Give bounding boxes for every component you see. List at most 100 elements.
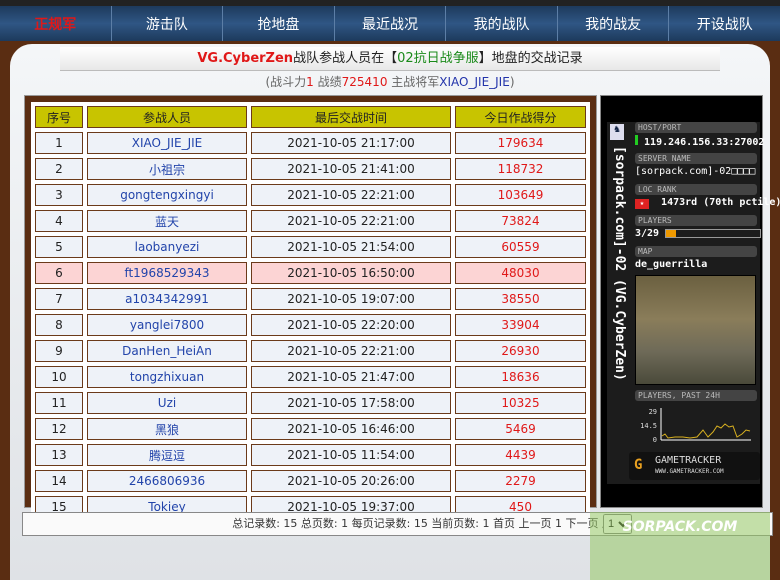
table-row: 3 gongtengxingyi 2021-10-05 22:21:00 103649 bbox=[35, 184, 586, 206]
flag-hk-icon: ★ bbox=[635, 199, 649, 209]
row-index: 9 bbox=[35, 340, 83, 362]
col-member: 参战人员 bbox=[87, 106, 247, 128]
score: 725410 bbox=[341, 75, 388, 89]
member-link[interactable]: DanHen_HeiAn bbox=[87, 340, 247, 362]
nav-grab-territory[interactable]: 抢地盘 bbox=[223, 6, 335, 41]
players-value: 3/29 bbox=[635, 228, 660, 239]
server-vertical-title: [sorpack.com]-02 (VG.CyberZen) bbox=[612, 146, 627, 381]
brand-url: WWW.GAMETRACKER.COM bbox=[655, 468, 724, 475]
today-score: 73824 bbox=[455, 210, 586, 232]
s1: (战斗力 bbox=[265, 75, 307, 89]
s2: 战绩 bbox=[313, 75, 342, 89]
last-battle-time: 2021-10-05 20:26:00 bbox=[251, 470, 451, 492]
row-index: 10 bbox=[35, 366, 83, 388]
last-battle-time: 2021-10-05 11:54:00 bbox=[251, 444, 451, 466]
server-label: SERVER NAME bbox=[635, 153, 757, 164]
title-text-end: 】地盘的交战记录 bbox=[478, 51, 583, 66]
col-index: 序号 bbox=[35, 106, 83, 128]
general[interactable]: XIAO_JIE_JIE bbox=[439, 75, 510, 89]
last-battle-time: 2021-10-05 21:17:00 bbox=[251, 132, 451, 154]
member-link[interactable]: yanglei7800 bbox=[87, 314, 247, 336]
member-link[interactable]: gongtengxingyi bbox=[87, 184, 247, 206]
row-index: 11 bbox=[35, 392, 83, 414]
today-score: 26930 bbox=[455, 340, 586, 362]
nav-regular-army[interactable]: 正规军 bbox=[0, 6, 112, 41]
table-row: 14 2466806936 2021-10-05 20:26:00 2279 bbox=[35, 470, 586, 492]
table-row: 13 腾逗逗 2021-10-05 11:54:00 4439 bbox=[35, 444, 586, 466]
map-image bbox=[635, 275, 756, 385]
col-last-battle: 最后交战时间 bbox=[251, 106, 451, 128]
today-score: 118732 bbox=[455, 158, 586, 180]
pagination-text: 总记录数: 15 总页数: 1 每页记录数: 15 当前页数: 1 首页 上一页… bbox=[232, 517, 624, 530]
power: 1 bbox=[306, 75, 314, 89]
member-link[interactable]: a1034342991 bbox=[87, 288, 247, 310]
members-table: 序号 参战人员 最后交战时间 今日作战得分 1 XIAO_JIE_JIE 2021-… bbox=[31, 102, 590, 522]
today-score: 33904 bbox=[455, 314, 586, 336]
brand: GAMETRACKER bbox=[655, 455, 722, 466]
today-score: 5469 bbox=[455, 418, 586, 440]
today-score: 179634 bbox=[455, 132, 586, 154]
row-index: 7 bbox=[35, 288, 83, 310]
history-label: PLAYERS, PAST 24H bbox=[635, 390, 757, 401]
gametracker-logo: G GAMETRACKER WWW.GAMETRACKER.COM bbox=[629, 452, 760, 480]
table-row: 11 Uzi 2021-10-05 17:58:00 10325 bbox=[35, 392, 586, 414]
y-tick: 14.5 bbox=[640, 422, 657, 430]
title-text: 战队参战人员在【 bbox=[293, 51, 398, 66]
table-row: 7 a1034342991 2021-10-05 19:07:00 38550 bbox=[35, 288, 586, 310]
host-label: HOST/PORT bbox=[635, 122, 757, 133]
last-battle-time: 2021-10-05 16:46:00 bbox=[251, 418, 451, 440]
y-tick: 0 bbox=[653, 436, 657, 444]
today-score: 2279 bbox=[455, 470, 586, 492]
row-index: 2 bbox=[35, 158, 83, 180]
zone-name: 02抗日战争服 bbox=[397, 51, 479, 66]
server-value: [sorpack.com]-02□□□□ bbox=[635, 166, 756, 177]
col-score: 今日作战得分 bbox=[455, 106, 586, 128]
gametracker-icon: G bbox=[634, 457, 643, 473]
members-table-wrap: 序号 参战人员 最后交战时间 今日作战得分 1 XIAO_JIE_JIE 2021-… bbox=[24, 95, 597, 522]
member-link[interactable]: Uzi bbox=[87, 392, 247, 414]
status-online-icon bbox=[635, 135, 638, 145]
row-index: 8 bbox=[35, 314, 83, 336]
last-battle-time: 2021-10-05 17:58:00 bbox=[251, 392, 451, 414]
table-row: 6 ft1968529343 2021-10-05 16:50:00 48030 bbox=[35, 262, 586, 284]
member-link[interactable]: laobanyezi bbox=[87, 236, 247, 258]
players-label: PLAYERS bbox=[635, 215, 757, 226]
today-score: 60559 bbox=[455, 236, 586, 258]
today-score: 18636 bbox=[455, 366, 586, 388]
history-line bbox=[661, 423, 751, 439]
member-link[interactable]: 小祖宗 bbox=[87, 158, 247, 180]
y-tick: 29 bbox=[649, 408, 657, 416]
row-index: 5 bbox=[35, 236, 83, 258]
today-score: 10325 bbox=[455, 392, 586, 414]
nav-my-team[interactable]: 我的战队 bbox=[446, 6, 558, 41]
gametracker-widget[interactable]: ♞ [sorpack.com]-02 (VG.CyberZen) HOST/PO… bbox=[600, 95, 780, 508]
team-name: VG.CyberZen bbox=[197, 51, 294, 66]
row-index: 14 bbox=[35, 470, 83, 492]
last-battle-time: 2021-10-05 21:47:00 bbox=[251, 366, 451, 388]
member-link[interactable]: 蓝天 bbox=[87, 210, 247, 232]
member-link[interactable]: 黑狼 bbox=[87, 418, 247, 440]
nav-recent-battles[interactable]: 最近战况 bbox=[335, 6, 447, 41]
member-link[interactable]: 腾逗逗 bbox=[87, 444, 247, 466]
nav-my-friends[interactable]: 我的战友 bbox=[558, 6, 670, 41]
last-battle-time: 2021-10-05 16:50:00 bbox=[251, 262, 451, 284]
nav-guerrilla[interactable]: 游击队 bbox=[112, 6, 224, 41]
table-row: 1 XIAO_JIE_JIE 2021-10-05 21:17:00 179634 bbox=[35, 132, 586, 154]
s3: 主战将军 bbox=[387, 75, 440, 89]
players-bar bbox=[665, 228, 762, 238]
member-link[interactable]: ft1968529343 bbox=[87, 262, 247, 284]
row-index: 3 bbox=[35, 184, 83, 206]
team-summary: (战斗力1 战绩725410 主战将军XIAO_JIE_JIE) bbox=[10, 73, 770, 90]
top-nav: 正规军 游击队 抢地盘 最近战况 我的战队 我的战友 开设战队 bbox=[0, 0, 780, 41]
member-link[interactable]: XIAO_JIE_JIE bbox=[87, 132, 247, 154]
today-score: 38550 bbox=[455, 288, 586, 310]
last-battle-time: 2021-10-05 22:21:00 bbox=[251, 184, 451, 206]
players-history-chart: 29 14.5 0 bbox=[640, 408, 751, 444]
member-link[interactable]: 2466806936 bbox=[87, 470, 247, 492]
nav-create-team[interactable]: 开设战队 bbox=[669, 6, 780, 41]
page-title: VG.CyberZen战队参战人员在【02抗日战争服】地盘的交战记录 bbox=[60, 47, 720, 71]
today-score: 4439 bbox=[455, 444, 586, 466]
map-value: de_guerrilla bbox=[635, 259, 708, 270]
member-link[interactable]: tongzhixuan bbox=[87, 366, 247, 388]
table-row: 10 tongzhixuan 2021-10-05 21:47:00 18636 bbox=[35, 366, 586, 388]
